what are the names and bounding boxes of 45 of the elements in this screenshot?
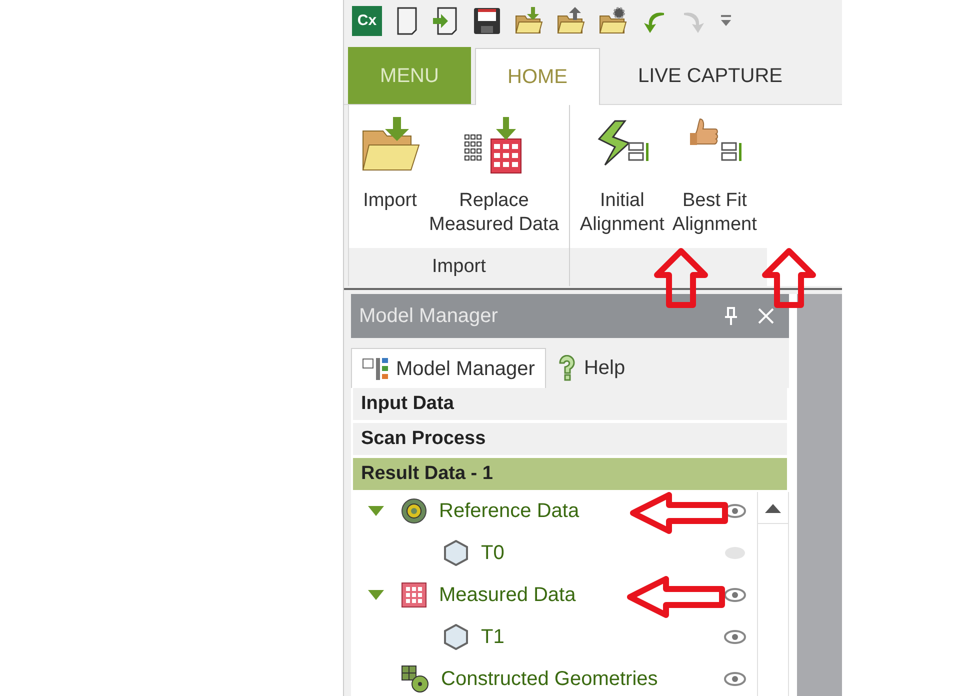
tree-row[interactable]: Constructed Geometries (351, 658, 757, 696)
tree-structure-icon (362, 356, 390, 380)
app-logo: Cx (352, 6, 382, 36)
section-header[interactable]: Input Data (353, 388, 787, 420)
eye-icon[interactable] (723, 629, 747, 645)
annotation-arrow (762, 248, 816, 308)
eye-icon[interactable] (723, 671, 747, 687)
folder-import-icon[interactable] (514, 6, 544, 36)
save-icon[interactable] (472, 6, 502, 36)
tree-label: Constructed Geometries (441, 667, 658, 692)
section-header[interactable]: Result Data - 1 (353, 458, 787, 490)
section-header[interactable]: Scan Process (353, 423, 787, 455)
group-label: Import (432, 254, 486, 279)
hexagon-icon (443, 540, 469, 566)
grid-icon (401, 582, 427, 608)
folder-export-icon[interactable] (556, 6, 586, 36)
panel-tab[interactable]: Model Manager (351, 348, 546, 388)
close-icon[interactable] (757, 307, 775, 325)
eye-icon[interactable] (723, 587, 747, 603)
expand-caret-icon[interactable] (367, 589, 385, 601)
dropdown-icon[interactable] (720, 14, 732, 28)
hexagon-icon (443, 624, 469, 650)
annotation-arrow (654, 248, 708, 308)
shapes-icon (401, 665, 429, 693)
ribbon-button[interactable]: Best Fit Alignment (668, 115, 761, 237)
tree-row[interactable]: T0 (351, 532, 757, 574)
scroll-up-icon[interactable] (765, 502, 781, 512)
tree-row[interactable]: T1 (351, 616, 757, 658)
pin-icon[interactable] (723, 306, 739, 326)
tree-label: Reference Data (439, 499, 580, 524)
ribbon-button[interactable]: Replace Measured Data (425, 115, 563, 237)
ribbon-button[interactable]: Import (355, 115, 425, 213)
panel-tab[interactable]: Help (546, 348, 636, 388)
ribbon-tab[interactable]: LIVE CAPTURE (604, 47, 816, 104)
tree-label: T0 (481, 541, 504, 566)
panel-title: Model Manager (359, 304, 498, 329)
tree-row[interactable]: Measured Data (351, 574, 757, 616)
target-icon (401, 498, 427, 524)
tree-row[interactable]: Reference Data (351, 490, 757, 532)
import-document-icon[interactable] (432, 6, 460, 36)
folder-gear-icon[interactable] (598, 6, 628, 36)
ribbon-button[interactable]: Initial Alignment (576, 115, 668, 237)
tree-label: T1 (481, 625, 504, 650)
expand-caret-icon[interactable] (367, 505, 385, 517)
tree-label: Measured Data (439, 583, 576, 608)
